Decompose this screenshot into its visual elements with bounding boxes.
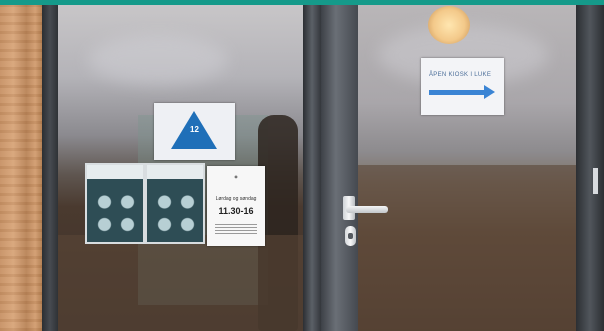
info-poster-left bbox=[85, 163, 145, 244]
direction-text: ÅPEN KIOSK I LUKE bbox=[429, 72, 492, 78]
fine-print bbox=[215, 224, 257, 236]
hours-time: 11.30-16 bbox=[218, 206, 254, 216]
reflected-ground bbox=[58, 235, 303, 331]
door-handle[interactable] bbox=[346, 206, 388, 213]
opening-hours-sign: ◉ Lørdag og søndag 11.30-16 bbox=[207, 166, 265, 246]
door-frame-left bbox=[42, 5, 58, 331]
info-poster-right bbox=[145, 163, 205, 244]
direction-sign: ÅPEN KIOSK I LUKE bbox=[421, 58, 504, 115]
reflected-ground bbox=[358, 165, 576, 331]
logo-icon: ◉ bbox=[234, 174, 238, 179]
poster-header bbox=[147, 165, 203, 179]
door-frame-right bbox=[576, 5, 604, 331]
door-lock-icon bbox=[345, 226, 356, 246]
poster-header bbox=[87, 165, 143, 179]
pictogram-icon bbox=[153, 187, 199, 237]
door-frame-center-left bbox=[303, 5, 321, 331]
door-frame-center-right bbox=[321, 5, 358, 331]
hours-days: Lørdag og søndag bbox=[215, 196, 257, 202]
pictogram-icon bbox=[93, 187, 139, 237]
triangle-number: 12 bbox=[190, 125, 199, 134]
right-glass-pane bbox=[358, 5, 576, 331]
lamp-reflection bbox=[428, 6, 470, 44]
wooden-post bbox=[0, 5, 44, 331]
sky-reflection bbox=[88, 35, 228, 85]
triangle-sign: 12 bbox=[154, 103, 235, 160]
door-latch bbox=[593, 168, 598, 194]
arrow-right-icon bbox=[429, 85, 495, 99]
